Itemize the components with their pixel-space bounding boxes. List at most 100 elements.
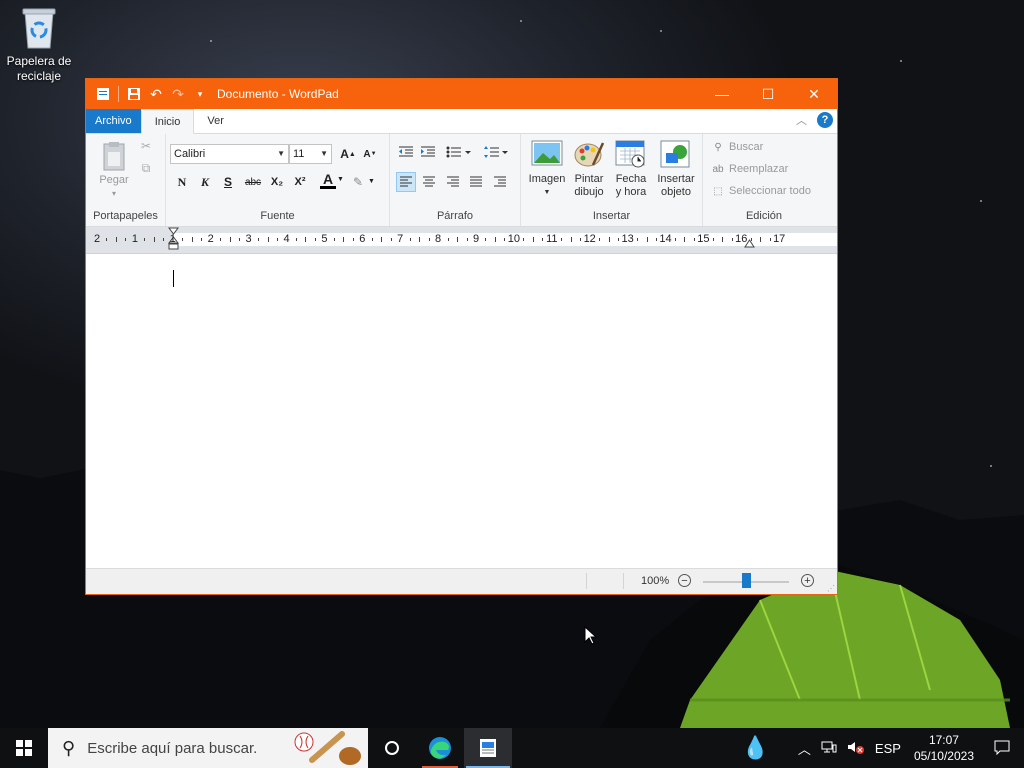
italic-button[interactable]: K	[195, 172, 215, 192]
font-size-value: 11	[293, 148, 305, 160]
volume-muted-icon[interactable]	[847, 740, 865, 757]
start-button[interactable]	[0, 728, 48, 768]
paste-button[interactable]: Pegar ▾	[94, 140, 134, 200]
ruler-tick	[656, 238, 658, 241]
copy-icon[interactable]: ⧉	[136, 158, 156, 178]
highlight-icon[interactable]: ✎	[347, 172, 369, 192]
subscript-button[interactable]: X₂	[267, 172, 287, 192]
taskbar: ⚲ Escribe aquí para buscar. 💧 ︿ ESP 17:0…	[0, 728, 1024, 768]
help-icon[interactable]: ?	[817, 112, 833, 128]
task-view-button[interactable]	[368, 728, 416, 768]
font-color-dropdown-icon[interactable]: ▼	[337, 176, 344, 183]
select-all-button[interactable]: ⬚ Seleccionar todo	[711, 184, 811, 198]
ruler-tick	[115, 237, 117, 242]
object-label-line2: objeto	[661, 186, 691, 198]
save-icon[interactable]	[125, 85, 143, 103]
date-time-button[interactable]: Fecha y hora	[611, 139, 651, 199]
search-placeholder: Escribe aquí para buscar.	[87, 739, 258, 757]
show-hidden-icons-icon[interactable]: ︿	[798, 739, 811, 758]
strikethrough-button[interactable]: abc	[241, 172, 265, 192]
resize-grip-icon[interactable]: ⋰	[827, 584, 835, 593]
collapse-ribbon-icon[interactable]: ︿	[796, 112, 807, 128]
undo-icon[interactable]: ↶	[147, 85, 165, 103]
find-button[interactable]: ⚲ Buscar	[711, 140, 763, 154]
replace-label: Reemplazar	[729, 163, 789, 175]
zoom-out-button[interactable]: −	[678, 574, 691, 587]
ruler-tick	[163, 238, 165, 241]
chevron-down-icon: ▼	[320, 149, 328, 158]
line-spacing-icon[interactable]	[482, 142, 510, 162]
minimize-button[interactable]: —	[699, 79, 745, 109]
system-tray: 💧 ︿ ESP 17:07 05/10/2023	[737, 728, 1024, 768]
ruler-tick	[712, 238, 714, 241]
wordpad-taskbar-button[interactable]	[464, 728, 512, 768]
ruler-tick	[182, 238, 184, 241]
ruler-tick	[277, 238, 279, 241]
notifications-icon[interactable]	[994, 739, 1010, 758]
ruler-tick	[731, 238, 733, 241]
taskbar-search-box[interactable]: ⚲ Escribe aquí para buscar.	[48, 728, 368, 768]
tab-home[interactable]: Inicio	[140, 109, 195, 134]
zoom-level: 100%	[641, 575, 670, 587]
bold-button[interactable]: N	[172, 172, 192, 192]
superscript-button[interactable]: X²	[290, 172, 310, 192]
ruler-tick	[201, 238, 203, 241]
insert-group-label: Insertar	[592, 210, 631, 222]
edge-taskbar-button[interactable]	[416, 728, 464, 768]
tab-file[interactable]: Archivo	[86, 109, 141, 133]
ruler[interactable]: 2 1 1 2 3 4 5 6 7 8 9 10 11 12 13 14 15 16 17	[86, 227, 837, 254]
ruler-tick	[637, 238, 639, 241]
clipboard-icon	[98, 140, 130, 172]
ruler-tick	[523, 238, 525, 241]
ruler-tick	[504, 238, 506, 241]
window-title: Documento - WordPad	[217, 87, 339, 101]
cut-icon[interactable]: ✂	[136, 136, 156, 156]
ruler-tick	[409, 238, 411, 241]
title-bar[interactable]: ↶ ↷ ▾ Documento - WordPad — ☐ ✕	[86, 79, 837, 109]
align-right-icon[interactable]	[443, 172, 463, 192]
shrink-font-button[interactable]: A ▼	[360, 144, 380, 164]
network-icon[interactable]	[821, 740, 837, 757]
decrease-indent-icon[interactable]	[396, 142, 416, 162]
document-area[interactable]	[86, 255, 837, 569]
paste-label: Pegar	[99, 174, 129, 186]
paragraph-settings-icon[interactable]	[490, 172, 510, 192]
insert-object-button[interactable]: Insertar objeto	[653, 139, 699, 199]
close-button[interactable]: ✕	[791, 79, 837, 109]
highlight-dropdown-icon[interactable]: ▼	[368, 178, 375, 185]
font-family-select[interactable]: Calibri ▼	[170, 144, 289, 164]
text-caret	[173, 270, 174, 287]
ruler-tick	[144, 238, 146, 241]
zoom-in-button[interactable]: +	[801, 574, 814, 587]
align-left-icon[interactable]	[396, 172, 416, 192]
increase-indent-icon[interactable]	[418, 142, 438, 162]
ruler-tick	[599, 238, 601, 241]
water-drop-icon[interactable]: 💧	[742, 735, 769, 761]
ruler-number: 17	[773, 233, 786, 245]
recycle-bin-shortcut[interactable]: Papelera de reciclaje	[4, 6, 74, 84]
replace-button[interactable]: ab Reemplazar	[711, 162, 788, 176]
wordpad-icon	[480, 739, 496, 757]
paint-drawing-button[interactable]: Pintar dibujo	[569, 139, 609, 199]
zoom-slider-thumb[interactable]	[742, 573, 751, 588]
grow-font-button[interactable]: A ▲	[338, 144, 358, 164]
clock[interactable]: 17:07 05/10/2023	[914, 732, 974, 764]
datetime-label-line1: Fecha	[615, 173, 647, 185]
insert-image-button[interactable]: Imagen ▼	[525, 139, 569, 199]
ruler-tick	[693, 238, 695, 241]
tab-view[interactable]: Ver	[194, 109, 237, 133]
font-size-select[interactable]: 11 ▼	[289, 144, 332, 164]
ruler-tick	[684, 237, 686, 242]
ruler-number: 2	[93, 233, 101, 245]
ruler-number: 7	[397, 233, 404, 245]
justify-icon[interactable]	[466, 172, 486, 192]
wordpad-app-icon[interactable]	[94, 85, 112, 103]
customize-quick-access-icon[interactable]: ▾	[191, 85, 209, 103]
object-icon	[660, 139, 692, 171]
underline-button[interactable]: S	[218, 172, 238, 192]
align-center-icon[interactable]	[419, 172, 439, 192]
input-language[interactable]: ESP	[875, 741, 901, 756]
bullet-list-icon[interactable]	[445, 142, 473, 162]
redo-icon[interactable]: ↷	[169, 85, 187, 103]
maximize-button[interactable]: ☐	[745, 79, 791, 109]
